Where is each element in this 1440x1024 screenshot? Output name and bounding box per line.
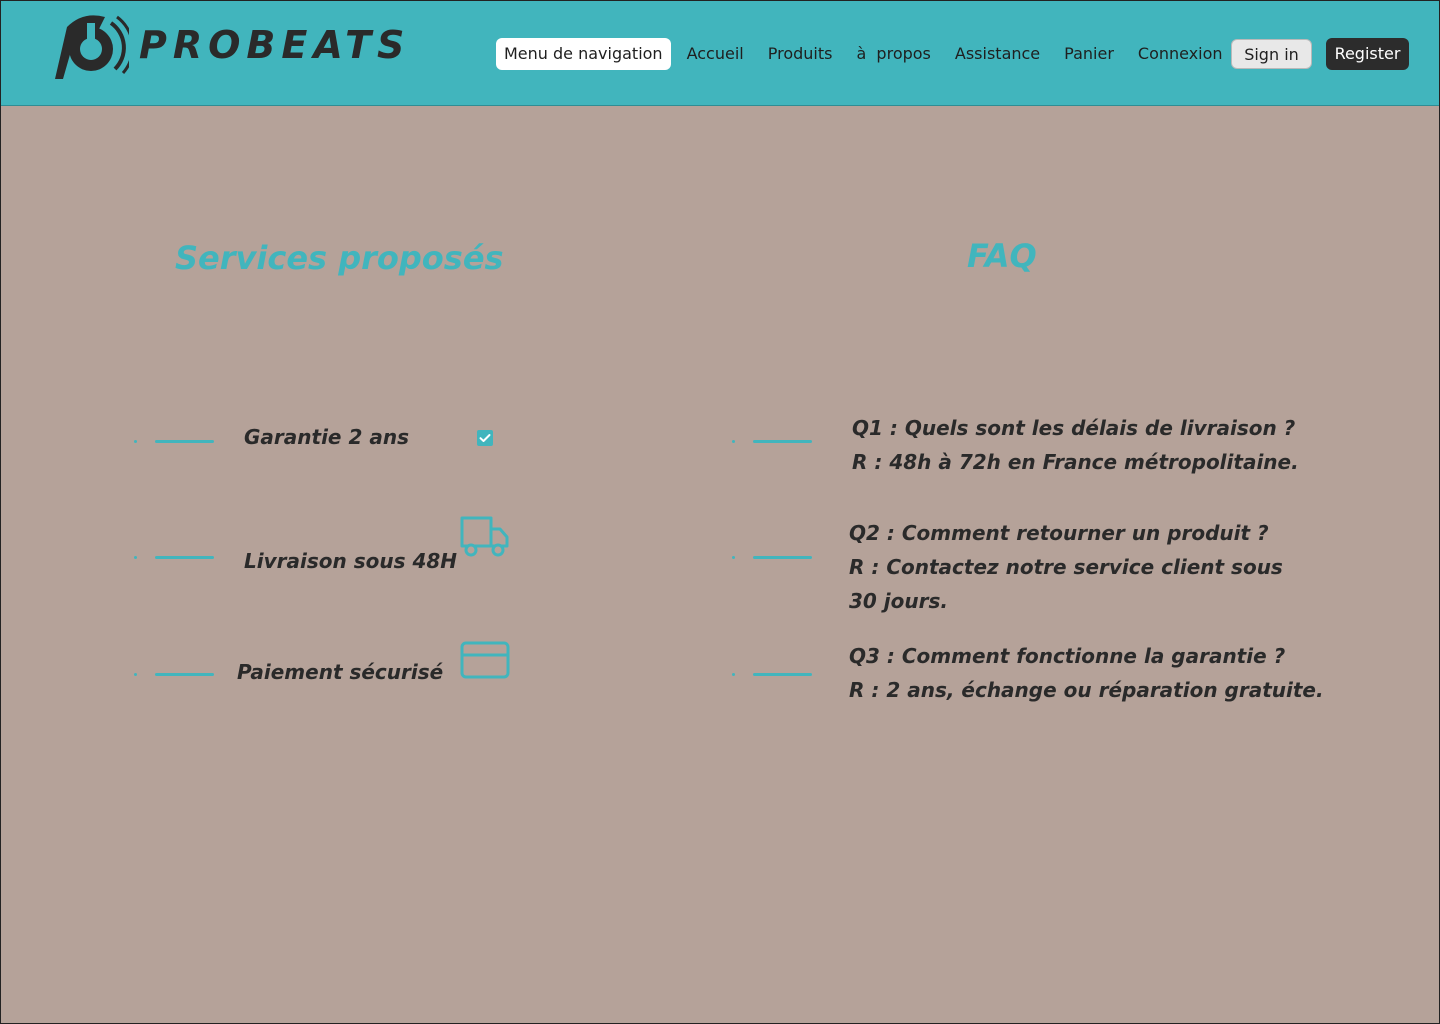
nav-item-connexion[interactable]: Connexion (1126, 38, 1235, 70)
faq-title: FAQ (967, 237, 1037, 275)
faq-question: Q3 : Comment fonctionne la garantie ? (849, 644, 1286, 668)
service-label: Livraison sous 48H (244, 549, 458, 573)
nav-item-a-propos[interactable]: à propos (844, 38, 942, 70)
services-title: Services proposés (175, 239, 504, 277)
top-header: PROBEATS Menu de navigation Accueil Prod… (1, 1, 1439, 106)
nav-item-menu[interactable]: Menu de navigation (496, 38, 671, 70)
brand-logo[interactable]: PROBEATS (53, 9, 425, 85)
nav-item-produits[interactable]: Produits (756, 38, 845, 70)
bullet-line (155, 556, 214, 559)
faq-answer: R : Contactez notre service client sous … (849, 555, 1283, 613)
faq-question: Q2 : Comment retourner un produit ? (849, 521, 1269, 545)
main-nav: Menu de navigation Accueil Produits à pr… (496, 38, 1235, 70)
bullet-line (155, 440, 214, 443)
bullet-dot (134, 556, 137, 559)
nav-item-panier[interactable]: Panier (1052, 38, 1126, 70)
faq-entry: Q1 : Quels sont les délais de livraison … (852, 411, 1302, 479)
credit-card-icon (460, 641, 510, 679)
brand-name: PROBEATS (139, 23, 411, 67)
nav-item-assistance[interactable]: Assistance (943, 38, 1052, 70)
bullet-line (753, 673, 812, 676)
register-button[interactable]: Register (1326, 38, 1409, 70)
faq-entry: Q2 : Comment retourner un produit ? R : … (849, 516, 1289, 618)
service-label: Paiement sécurisé (237, 660, 444, 684)
nav-item-accueil[interactable]: Accueil (675, 38, 756, 70)
faq-answer: R : 48h à 72h en France métropolitaine. (852, 450, 1299, 474)
bullet-dot (732, 440, 735, 443)
bullet-dot (134, 673, 137, 676)
bullet-line (753, 556, 812, 559)
faq-entry: Q3 : Comment fonctionne la garantie ? R … (849, 639, 1324, 707)
sign-in-button[interactable]: Sign in (1231, 39, 1312, 69)
faq-answer: R : 2 ans, échange ou réparation gratuit… (849, 678, 1324, 702)
bullet-dot (732, 673, 735, 676)
truck-icon (460, 516, 509, 557)
probeats-logo-icon (55, 15, 129, 79)
bullet-line (155, 673, 214, 676)
service-label: Garantie 2 ans (244, 425, 409, 449)
bullet-dot (732, 556, 735, 559)
checkbox-checked-icon (477, 430, 493, 446)
faq-question: Q1 : Quels sont les délais de livraison … (852, 416, 1296, 440)
bullet-line (753, 440, 812, 443)
bullet-dot (134, 440, 137, 443)
